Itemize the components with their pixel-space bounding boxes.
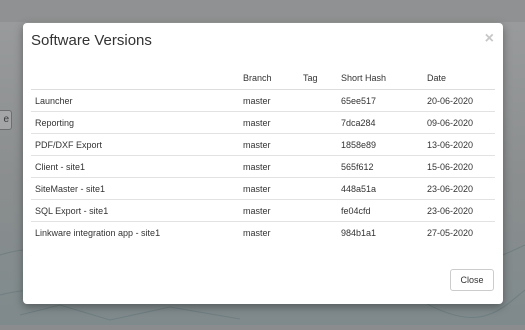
cell-hash: 565f612 xyxy=(337,155,423,178)
cell-tag xyxy=(299,133,337,156)
close-button[interactable]: Close xyxy=(450,269,494,291)
cell-hash: 7dca284 xyxy=(337,111,423,134)
cell-date: 13-06-2020 xyxy=(423,133,495,156)
cell-name: Linkware integration app - site1 xyxy=(35,227,161,238)
table-row: SiteMaster - site1 master 448a51a 23-06-… xyxy=(31,177,495,200)
cell-branch: master xyxy=(243,227,271,238)
table-header-row: Branch Tag Short Hash Date xyxy=(31,67,495,90)
table-row: Reporting master 7dca284 09-06-2020 xyxy=(31,111,495,134)
cell-hash: 984b1a1 xyxy=(341,227,377,238)
software-versions-dialog: Software Versions × Branch Tag Short Has… xyxy=(23,23,503,304)
cell-tag xyxy=(299,89,337,112)
table-row: PDF/DXF Export master 1858e89 13-06-2020 xyxy=(31,133,495,156)
table-row: Linkware integration app - site1 master … xyxy=(31,222,495,244)
column-header-date: Date xyxy=(423,67,495,90)
cell-date: 20-06-2020 xyxy=(423,89,495,112)
cell-hash: 448a51a xyxy=(337,177,423,200)
cell-branch: master xyxy=(239,111,299,134)
column-header-tag: Tag xyxy=(299,67,337,90)
cell-date: 27-05-2020 xyxy=(427,227,474,238)
cell-date: 09-06-2020 xyxy=(423,111,495,134)
cell-date: 23-06-2020 xyxy=(423,177,495,200)
cell-name: SQL Export - site1 xyxy=(31,199,239,222)
background-button: e xyxy=(0,110,12,130)
cell-date: 15-06-2020 xyxy=(423,155,495,178)
column-header-name xyxy=(31,67,239,90)
cell-hash: 1858e89 xyxy=(337,133,423,156)
table-row: Launcher master 65ee517 20-06-2020 xyxy=(31,89,495,112)
cell-branch: master xyxy=(239,155,299,178)
cell-branch: master xyxy=(239,199,299,222)
cell-name: Launcher xyxy=(31,89,239,112)
column-header-branch: Branch xyxy=(239,67,299,90)
cell-branch: master xyxy=(239,89,299,112)
close-icon[interactable]: × xyxy=(485,31,494,47)
background-toolbar xyxy=(0,0,525,22)
cell-branch: master xyxy=(239,177,299,200)
cell-name: SiteMaster - site1 xyxy=(31,177,239,200)
cell-tag xyxy=(299,155,337,178)
cell-tag xyxy=(299,111,337,134)
column-header-short-hash: Short Hash xyxy=(337,67,423,90)
versions-table: Branch Tag Short Hash Date Launcher mast… xyxy=(31,67,495,243)
cell-branch: master xyxy=(239,133,299,156)
table-row: Client - site1 master 565f612 15-06-2020 xyxy=(31,155,495,178)
cell-tag xyxy=(299,222,337,244)
cell-date: 23-06-2020 xyxy=(423,199,495,222)
cell-name: Reporting xyxy=(31,111,239,134)
cell-tag xyxy=(299,177,337,200)
modal-title: Software Versions xyxy=(31,32,152,49)
cell-tag xyxy=(299,199,337,222)
cell-hash: 65ee517 xyxy=(337,89,423,112)
cell-name: Client - site1 xyxy=(31,155,239,178)
cell-hash: fe04cfd xyxy=(337,199,423,222)
table-row: SQL Export - site1 master fe04cfd 23-06-… xyxy=(31,199,495,222)
modal-footer: Close xyxy=(23,261,503,304)
modal-header: Software Versions × xyxy=(23,23,503,59)
cell-name: PDF/DXF Export xyxy=(31,133,239,156)
